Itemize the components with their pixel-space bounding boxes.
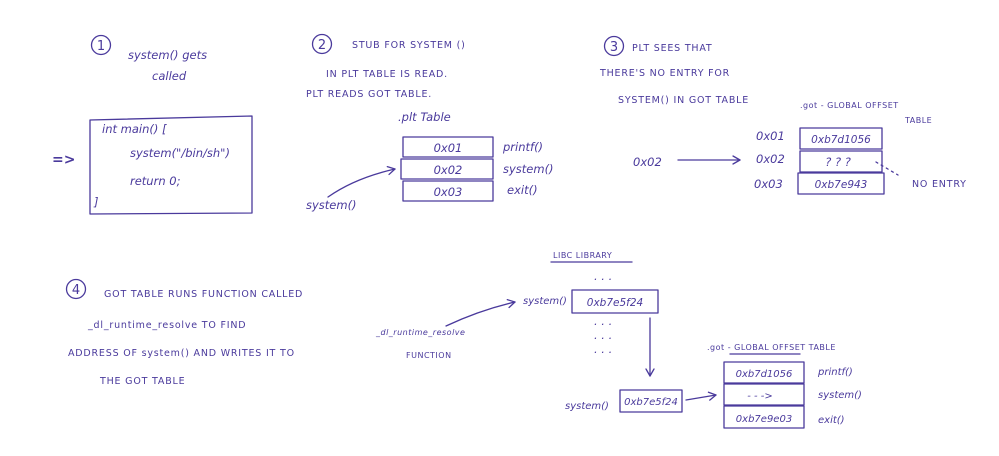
entry-arrow-icon: => <box>52 152 75 168</box>
libc-title: LIBC LIBRARY <box>553 251 612 260</box>
step4-number: 4 <box>72 283 80 298</box>
step2-line2: IN PLT TABLE IS READ. <box>326 69 448 80</box>
plt-table-title: .plt Table <box>398 110 451 124</box>
diagram-canvas: 1 system() gets called => int main() [ s… <box>52 33 967 429</box>
result-to-got-arrow <box>685 391 717 401</box>
step3-line2: THERE'S NO ENTRY FOR <box>599 68 730 79</box>
got-final-row-3-label: exit() <box>818 415 845 426</box>
code-line-4: ] <box>93 195 99 209</box>
got-row-1-value: 0xb7d1056 <box>811 134 871 146</box>
step4-line1: GOT TABLE RUNS FUNCTION CALLED <box>104 289 303 300</box>
plt-caller-label: system() <box>306 198 357 212</box>
result-addr: 0xb7e5f24 <box>624 397 678 408</box>
libc-dots-top: . . . <box>594 269 612 283</box>
plt-row-3-addr: 0x03 <box>434 185 463 199</box>
plt-row-3-label: exit() <box>507 183 538 197</box>
step1-number: 1 <box>97 39 105 54</box>
plt-row-1-addr: 0x01 <box>434 141 463 155</box>
plt-row-2-addr: 0x02 <box>434 163 463 177</box>
code-line-2: system("/bin/sh") <box>130 146 230 160</box>
got-final-row-1-label: printf() <box>817 367 853 378</box>
got-final-row-3-value: 0xb7e9e03 <box>736 414 792 425</box>
got-final-row-1-value: 0xb7d1056 <box>736 369 793 380</box>
got-row-2-value: ? ? ? <box>825 155 851 169</box>
step4-line3: ADDRESS OF system() AND WRITES IT TO <box>68 348 295 359</box>
got-final-title: .got - GLOBAL OFFSET TABLE <box>707 343 836 352</box>
step4-line4: THE GOT TABLE <box>99 376 185 387</box>
step3-line1: PLT SEES THAT <box>632 43 713 54</box>
step3-number: 3 <box>610 40 618 55</box>
got-title-line1: .got - GLOBAL OFFSET <box>800 101 899 110</box>
got-row-3-index: 0x03 <box>754 177 783 191</box>
resolver-label-1: _dl_runtime_resolve <box>375 328 465 337</box>
got-title-line2: TABLE <box>904 116 932 125</box>
plt-row-2-label: system() <box>503 162 554 176</box>
libc-dots-3: . . . <box>594 342 612 356</box>
got-lookup-input: 0x02 <box>633 155 662 169</box>
step2-group: 2 STUB FOR SYSTEM () IN PLT TABLE IS REA… <box>306 33 554 212</box>
got-final-row-2-value: - - -> <box>747 391 773 402</box>
step2-line3: PLT READS GOT TABLE. <box>306 89 432 100</box>
got-row-2-index: 0x02 <box>756 152 785 166</box>
step4-group: 4 GOT TABLE RUNS FUNCTION CALLED _dl_run… <box>65 251 862 429</box>
step3-group: 3 PLT SEES THAT THERE'S NO ENTRY FOR SYS… <box>599 35 967 195</box>
got-final-row-2-label: system() <box>818 390 862 401</box>
plt-row-1-label: printf() <box>502 140 543 154</box>
step1-line2: called <box>152 69 187 83</box>
step4-line2: _dl_runtime_resolve TO FIND <box>87 320 246 331</box>
caller-to-plt-arrow <box>327 165 396 198</box>
libc-system-label: system() <box>523 296 567 307</box>
step1-group: 1 system() gets called => int main() [ s… <box>52 34 253 215</box>
step3-line3: SYSTEM() IN GOT TABLE <box>618 95 749 106</box>
step1-line1: system() gets <box>128 48 207 62</box>
resolver-label-2: FUNCTION <box>406 351 452 360</box>
step2-number: 2 <box>318 38 326 53</box>
got-row-1-index: 0x01 <box>756 129 785 143</box>
result-system-label: system() <box>565 401 609 412</box>
code-line-1: int main() [ <box>102 122 167 136</box>
no-entry-note: NO ENTRY <box>912 179 967 190</box>
libc-dots-1: . . . <box>594 314 612 328</box>
code-line-3: return 0; <box>130 174 181 188</box>
libc-system-addr: 0xb7e5f24 <box>587 297 643 309</box>
got-row-3-value: 0xb7e943 <box>815 179 868 191</box>
step2-line1: STUB FOR SYSTEM () <box>352 40 466 51</box>
libc-dots-2: . . . <box>594 328 612 342</box>
resolver-to-libc-arrow <box>445 299 516 327</box>
